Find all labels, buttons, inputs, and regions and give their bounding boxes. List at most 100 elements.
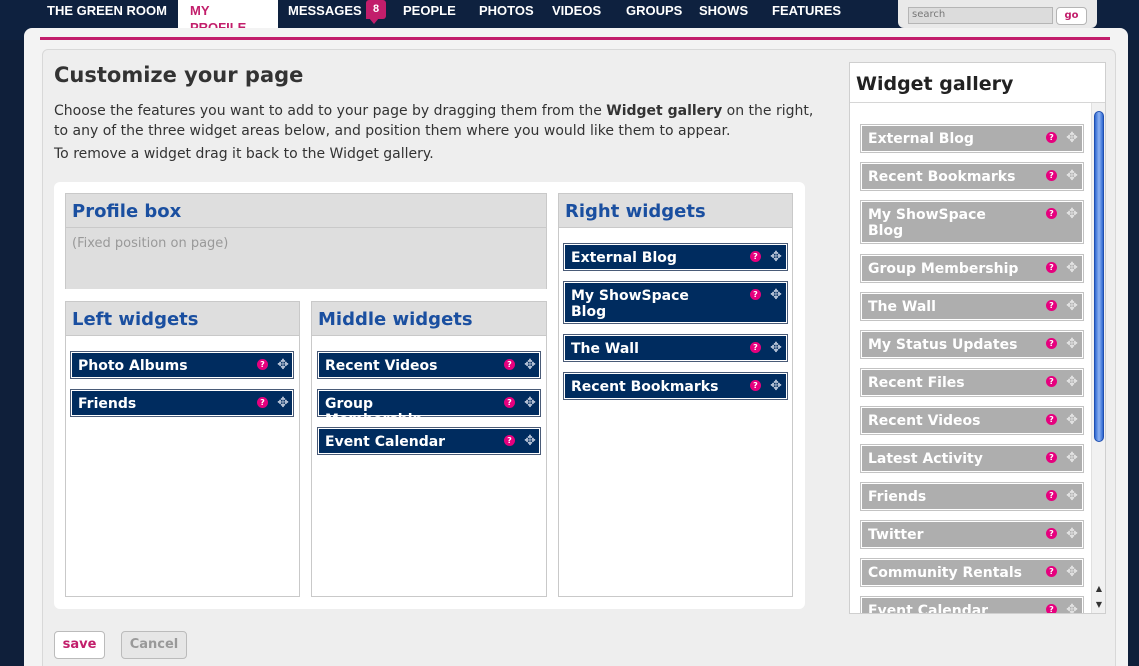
help-icon[interactable]: ? [1046, 300, 1057, 311]
help-icon[interactable]: ? [750, 251, 761, 262]
widget-gallery-title: Widget gallery [856, 73, 1014, 95]
gallery-widget-group-membership[interactable]: Group Membership ? ✥ [861, 255, 1083, 282]
help-icon[interactable]: ? [257, 397, 268, 408]
nav-photos[interactable]: PHOTOS [479, 0, 534, 28]
widget-group-membership[interactable]: Group Membership ? ✥ [318, 390, 540, 428]
help-icon[interactable]: ? [1046, 338, 1057, 349]
help-icon[interactable]: ? [750, 342, 761, 353]
search-input[interactable]: search [908, 7, 1053, 24]
gallery-scrollbar[interactable]: ▲ ▼ [1091, 103, 1105, 613]
widget-label: Friends [868, 489, 927, 505]
move-icon[interactable]: ✥ [522, 395, 538, 411]
help-icon[interactable]: ? [504, 435, 515, 446]
profile-box-zone: Profile box (Fixed position on page) [65, 193, 547, 289]
widget-label: Recent Videos [868, 413, 981, 429]
widget-gallery: Widget gallery External Blog ? ✥ Recent … [849, 62, 1106, 614]
widget-label: Recent Bookmarks [868, 169, 1016, 185]
left-widgets-zone[interactable]: Left widgets [65, 301, 300, 597]
widget-label: External Blog [571, 250, 677, 266]
widget-my-showspace-blog[interactable]: My ShowSpace Blog ? ✥ [564, 282, 787, 323]
intro-text: Choose the features you want to add to y… [54, 101, 814, 141]
nav-my-profile-line1: MY [190, 3, 210, 18]
nav-the-green-room[interactable]: THE GREEN ROOM [47, 0, 167, 28]
widget-friends[interactable]: Friends ? ✥ [71, 390, 293, 416]
help-icon[interactable]: ? [1046, 528, 1057, 539]
widget-recent-videos[interactable]: Recent Videos ? ✥ [318, 352, 540, 378]
move-icon[interactable]: ✥ [1064, 374, 1080, 390]
move-icon[interactable]: ✥ [1064, 168, 1080, 184]
move-icon[interactable]: ✥ [275, 395, 291, 411]
nav-messages[interactable]: MESSAGES 8 [288, 0, 386, 28]
help-icon[interactable]: ? [504, 397, 515, 408]
help-icon[interactable]: ? [504, 359, 515, 370]
gallery-widget-my-showspace-blog[interactable]: My ShowSpace Blog ? ✥ [861, 201, 1083, 243]
nav-people[interactable]: PEOPLE [403, 0, 456, 28]
cancel-button[interactable]: Cancel [121, 631, 187, 659]
help-icon[interactable]: ? [1046, 208, 1057, 219]
gallery-widget-the-wall[interactable]: The Wall ? ✥ [861, 293, 1083, 320]
scroll-down-arrow-icon[interactable]: ▼ [1093, 599, 1105, 611]
widget-gallery-list[interactable]: External Blog ? ✥ Recent Bookmarks ? ✥ M… [850, 103, 1091, 613]
help-icon[interactable]: ? [750, 289, 761, 300]
help-icon[interactable]: ? [1046, 132, 1057, 143]
scroll-up-arrow-icon[interactable]: ▲ [1093, 583, 1105, 595]
move-icon[interactable]: ✥ [768, 249, 784, 265]
save-button[interactable]: save [54, 631, 105, 659]
gallery-widget-event-calendar[interactable]: Event Calendar ? ✥ [861, 597, 1083, 613]
move-icon[interactable]: ✥ [768, 287, 784, 303]
gallery-widget-recent-files[interactable]: Recent Files ? ✥ [861, 369, 1083, 396]
gallery-widget-recent-videos[interactable]: Recent Videos ? ✥ [861, 407, 1083, 434]
widget-the-wall[interactable]: The Wall ? ✥ [564, 335, 787, 361]
move-icon[interactable]: ✥ [1064, 488, 1080, 504]
help-icon[interactable]: ? [1046, 170, 1057, 181]
help-icon[interactable]: ? [1046, 452, 1057, 463]
widget-external-blog[interactable]: External Blog ? ✥ [564, 244, 787, 270]
help-icon[interactable]: ? [1046, 490, 1057, 501]
move-icon[interactable]: ✥ [275, 357, 291, 373]
gallery-widget-latest-activity[interactable]: Latest Activity ? ✥ [861, 445, 1083, 472]
gallery-widget-recent-bookmarks[interactable]: Recent Bookmarks ? ✥ [861, 163, 1083, 190]
move-icon[interactable]: ✥ [1064, 130, 1080, 146]
widget-recent-bookmarks[interactable]: Recent Bookmarks ? ✥ [564, 373, 787, 399]
help-icon[interactable]: ? [1046, 376, 1057, 387]
help-icon[interactable]: ? [257, 359, 268, 370]
move-icon[interactable]: ✥ [768, 340, 784, 356]
nav-features[interactable]: FEATURES [772, 0, 841, 28]
nav-videos[interactable]: VIDEOS [552, 0, 601, 28]
help-icon[interactable]: ? [750, 380, 761, 391]
move-icon[interactable]: ✥ [1064, 526, 1080, 542]
gallery-widget-friends[interactable]: Friends ? ✥ [861, 483, 1083, 510]
help-icon[interactable]: ? [1046, 262, 1057, 273]
help-icon[interactable]: ? [1046, 414, 1057, 425]
widget-label: The Wall [571, 341, 639, 357]
nav-my-profile[interactable]: MY PROFILE [178, 0, 278, 35]
help-icon[interactable]: ? [1046, 604, 1057, 613]
move-icon[interactable]: ✥ [522, 433, 538, 449]
gallery-scroll-thumb[interactable] [1094, 111, 1104, 442]
move-icon[interactable]: ✥ [1064, 564, 1080, 580]
move-icon[interactable]: ✥ [1064, 412, 1080, 428]
move-icon[interactable]: ✥ [1064, 602, 1080, 613]
move-icon[interactable]: ✥ [522, 357, 538, 373]
nav-groups[interactable]: GROUPS [626, 0, 682, 28]
widget-label: Photo Albums [78, 358, 188, 374]
widget-event-calendar[interactable]: Event Calendar ? ✥ [318, 428, 540, 454]
nav-messages-label: MESSAGES [288, 3, 362, 18]
gallery-widget-my-status-updates[interactable]: My Status Updates ? ✥ [861, 331, 1083, 358]
gallery-widget-external-blog[interactable]: External Blog ? ✥ [861, 125, 1083, 152]
move-icon[interactable]: ✥ [768, 378, 784, 394]
search-go-button[interactable]: go [1056, 7, 1087, 25]
help-icon[interactable]: ? [1046, 566, 1057, 577]
intro-part1: Choose the features you want to add to y… [54, 103, 607, 119]
move-icon[interactable]: ✥ [1064, 206, 1080, 222]
move-icon[interactable]: ✥ [1064, 336, 1080, 352]
nav-shows[interactable]: SHOWS [699, 0, 748, 28]
widget-photo-albums[interactable]: Photo Albums ? ✥ [71, 352, 293, 378]
move-icon[interactable]: ✥ [1064, 260, 1080, 276]
move-icon[interactable]: ✥ [1064, 450, 1080, 466]
gallery-widget-community-rentals[interactable]: Community Rentals ? ✥ [861, 559, 1083, 586]
widget-label: My Status Updates [868, 337, 1018, 353]
widget-label: Community Rentals [868, 565, 1023, 581]
move-icon[interactable]: ✥ [1064, 298, 1080, 314]
gallery-widget-twitter[interactable]: Twitter ? ✥ [861, 521, 1083, 548]
